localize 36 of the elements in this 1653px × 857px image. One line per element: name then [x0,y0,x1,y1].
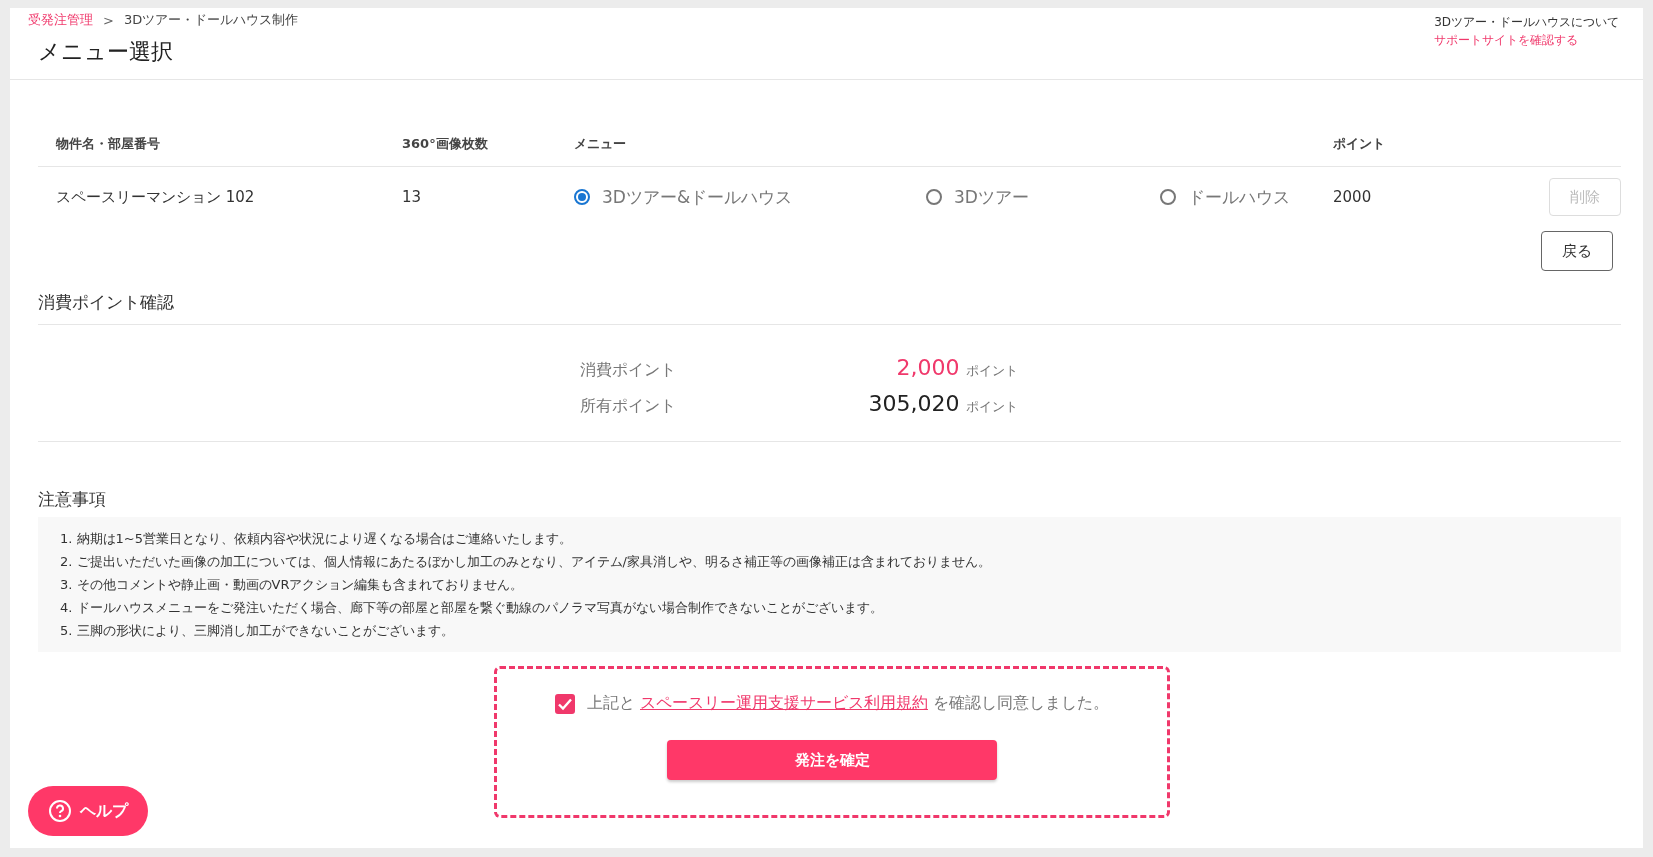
points-value: 2,000 [895,355,960,380]
page-title: メニュー選択 [38,38,174,66]
points-label: 消費ポイント [579,360,677,381]
breadcrumb-current: 3Dツアー・ドールハウス制作 [123,11,299,29]
points-value: 305,020 [867,391,960,416]
support-text: 3Dツアー・ドールハウスについて [1434,14,1619,31]
radio-option[interactable]: 3Dツアー [926,185,1029,209]
points-unit: ポイント [964,362,1019,380]
radio-option[interactable]: 3Dツアー&ドールハウス [574,185,793,209]
column-header: 物件名・部屋番号 [56,135,161,153]
help-button[interactable]: ヘルプ [28,786,148,836]
back-button[interactable]: 戻る [1541,231,1613,271]
breadcrumb-link[interactable]: 受発注管理 [28,11,93,29]
points-unit: ポイント [964,398,1019,416]
note-item: 4. ドールハウスメニューをご発注いただく場合、廊下等の部屋と部屋を繋ぐ動線のパノラマ写真がない場合制作できないことがございます。 [60,599,884,617]
table-cell-text: 2000 [1333,188,1373,206]
points-label: 所有ポイント [579,396,677,417]
section-title: 注意事項 [38,488,107,511]
help-icon [48,799,72,823]
section-title: 消費ポイント確認 [38,291,1621,325]
column-header: メニュー [573,135,627,153]
note-item: 5. 三脚の形状により、三脚消し加工ができないことがございます。 [60,622,455,640]
note-item: 2. ご提出いただいた画像の加工については、個人情報にあたるぼかし加工のみとなり、アイテム/家具消しや、明るさ補正等の画像補正は含まれておりません。 [60,553,992,571]
radio-option[interactable]: ドールハウス [1160,185,1290,209]
checkbox[interactable] [554,693,575,714]
note-item: 3. その他コメントや静止画・動画のVRアクション編集も含まれておりません。 [60,576,525,594]
support-link[interactable]: サポートサイトを確認する [1434,33,1579,47]
table-cell-text: 13 [402,188,423,206]
column-header: 360°画像枚数 [402,135,489,153]
note-item: 1. 納期は1~5営業日となり、依頼内容や状況により遅くなる場合はご連絡いたします。 [60,530,573,548]
column-header: ポイント [1333,135,1386,153]
confirm-order-button[interactable]: 発注を確定 [667,740,997,780]
table-cell-text: スペースリーマンション 102 [56,187,256,207]
agreement-text: 上記と スペースリー運用支援サービス利用規約 を確認し同意しました。 [586,693,1110,714]
terms-link[interactable]: スペースリー運用支援サービス利用規約 [640,693,928,712]
breadcrumb-separator: > [103,12,114,28]
